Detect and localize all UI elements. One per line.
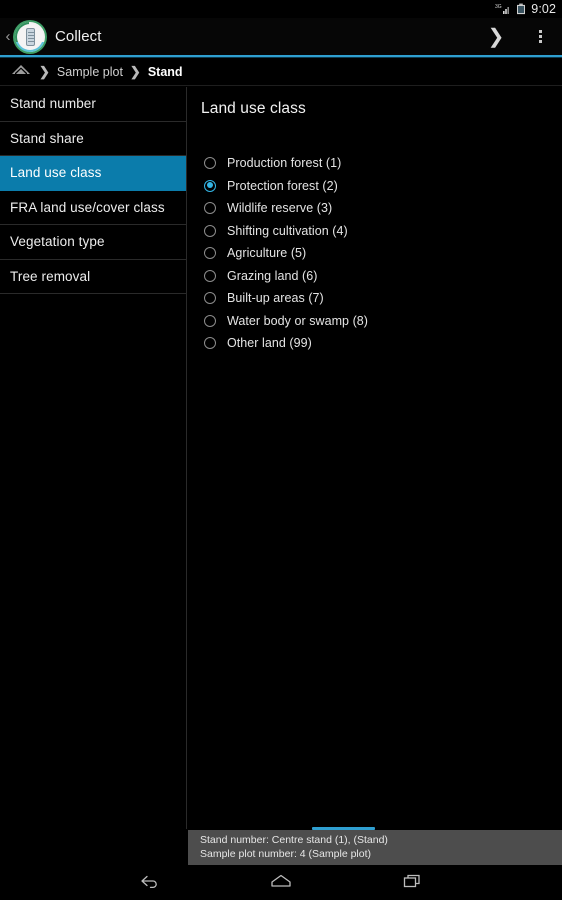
info-panel-line-stand-number: Stand number: Centre stand (1), (Stand) [200, 834, 388, 846]
sidebar-item-label: FRA land use/cover class [10, 199, 165, 215]
radio-icon [204, 247, 216, 260]
radio-icon [204, 157, 216, 170]
radio-option-label: Production forest (1) [227, 156, 342, 171]
breadcrumb-separator-1: ❯ [39, 64, 50, 79]
overflow-menu-icon [538, 30, 542, 43]
svg-text:3G: 3G [495, 4, 502, 10]
radio-option-built-up-areas[interactable]: Built-up areas (7) [188, 287, 562, 310]
next-button[interactable]: ❯ [474, 18, 518, 55]
chevron-right-icon: ❯ [487, 25, 505, 48]
radio-option-agriculture[interactable]: Agriculture (5) [188, 242, 562, 265]
radio-option-other-land[interactable]: Other land (99) [188, 332, 562, 355]
radio-option-water-body-or-swamp[interactable]: Water body or swamp (8) [188, 310, 562, 333]
collect-app-logo-icon[interactable] [15, 21, 45, 52]
signal-3g-icon: 3G [495, 3, 511, 15]
app-title: Collect [55, 28, 102, 45]
breadcrumb-separator-2: ❯ [129, 64, 141, 79]
radio-option-label: Water body or swamp (8) [227, 313, 369, 328]
sidebar-item-land-use-class[interactable]: Land use class [0, 156, 186, 191]
radio-option-label: Agriculture (5) [227, 246, 307, 261]
nav-back-button[interactable] [121, 866, 177, 900]
action-bar: ‹ Collect ❯ [0, 18, 562, 55]
nav-recents-button[interactable] [385, 866, 441, 900]
info-panel[interactable]: Stand number: Centre stand (1), (Stand) … [188, 830, 562, 865]
system-navigation-bar [0, 866, 562, 900]
radio-icon [204, 314, 216, 327]
radio-option-production-forest[interactable]: Production forest (1) [188, 152, 562, 175]
sidebar-item-vegetation-type[interactable]: Vegetation type [0, 225, 186, 260]
radio-option-label: Shifting cultivation (4) [227, 223, 348, 238]
sidebar-item-label: Stand share [10, 130, 84, 146]
radio-option-label: Grazing land (6) [227, 268, 318, 283]
breadcrumb: ❯ Sample plot ❯ Stand [0, 58, 562, 86]
radio-option-shifting-cultivation[interactable]: Shifting cultivation (4) [188, 220, 562, 243]
page-title: Land use class [201, 100, 306, 117]
home-icon[interactable] [10, 62, 32, 81]
nav-home-button[interactable] [253, 866, 309, 900]
info-panel-line-sample-plot-number: Sample plot number: 4 (Sample plot) [200, 847, 371, 860]
sidebar-item-tree-removal[interactable]: Tree removal [0, 260, 186, 294]
radio-option-label: Wildlife reserve (3) [227, 201, 333, 216]
recents-icon [402, 873, 424, 894]
sidebar-item-label: Land use class [10, 165, 102, 181]
breadcrumb-item-sample-plot[interactable]: Sample plot [57, 65, 123, 79]
radio-option-label: Other land (99) [227, 336, 312, 351]
radio-option-label: Built-up areas (7) [227, 291, 324, 306]
radio-option-grazing-land[interactable]: Grazing land (6) [188, 265, 562, 288]
radio-option-wildlife-reserve[interactable]: Wildlife reserve (3) [188, 197, 562, 220]
radio-checked-icon [204, 179, 216, 192]
radio-icon [204, 202, 216, 215]
sidebar-item-label: Tree removal [10, 268, 91, 284]
sidebar-item-label: Stand number [10, 96, 97, 112]
overflow-menu-button[interactable] [518, 18, 562, 55]
sidebar: Stand number Stand share Land use class … [0, 87, 187, 829]
app-root: 3G 9:02 ‹ Collect ❯ ❯ Sample plot ❯ Stan… [0, 0, 562, 900]
radio-icon [204, 292, 216, 305]
sidebar-item-stand-share[interactable]: Stand share [0, 122, 186, 156]
sidebar-item-fra-land-use-cover-class[interactable]: FRA land use/cover class [0, 191, 186, 225]
home-icon [269, 873, 293, 894]
sidebar-item-label: Vegetation type [10, 234, 105, 250]
radio-icon [204, 337, 216, 350]
status-bar: 3G 9:02 [0, 0, 562, 18]
radio-icon [204, 224, 216, 237]
status-time: 9:02 [531, 2, 556, 16]
radio-icon [204, 269, 216, 282]
radio-option-label: Protection forest (2) [227, 178, 338, 193]
up-caret-icon[interactable]: ‹ [2, 29, 14, 44]
sidebar-item-stand-number[interactable]: Stand number [0, 87, 186, 122]
breadcrumb-item-stand[interactable]: Stand [148, 65, 183, 79]
radio-option-protection-forest[interactable]: Protection forest (2) [188, 175, 562, 198]
content-panel: Land use class Production forest (1) Pro… [188, 87, 562, 829]
battery-icon [516, 3, 526, 15]
land-use-class-radio-group: Production forest (1) Protection forest … [188, 152, 562, 355]
back-icon [138, 873, 160, 894]
